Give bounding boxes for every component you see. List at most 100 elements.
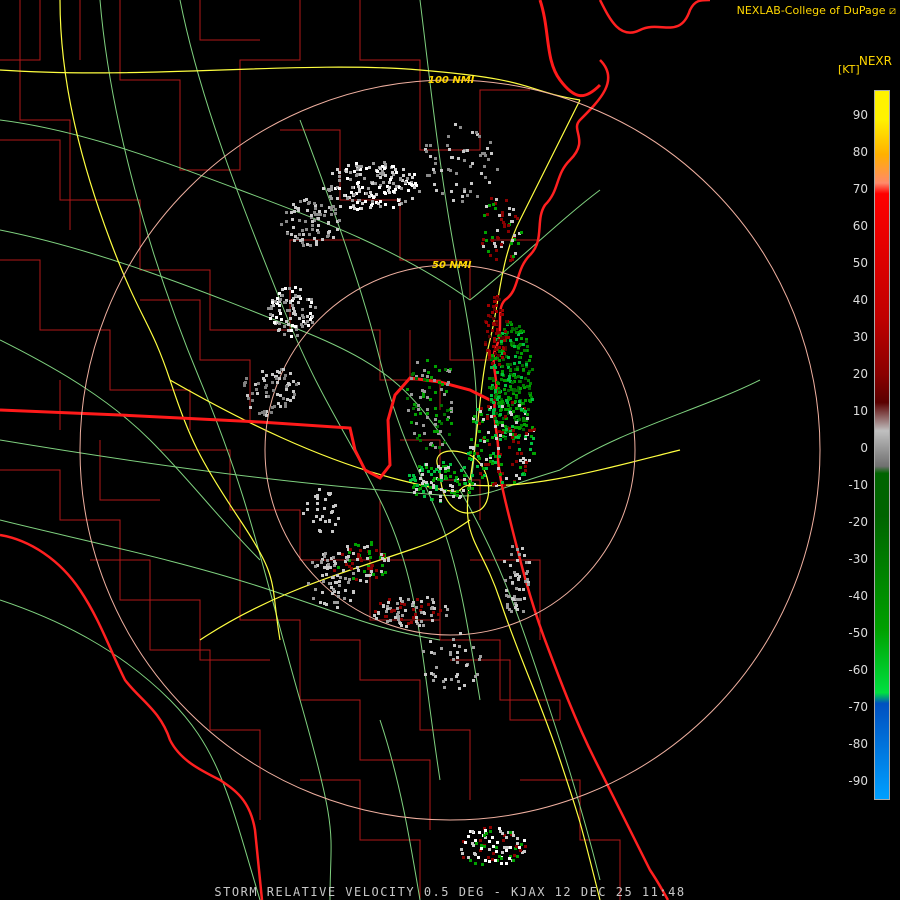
radar-pixel <box>391 609 394 612</box>
radar-pixel <box>518 356 521 359</box>
radar-pixel <box>350 191 353 194</box>
radar-pixel <box>507 389 510 392</box>
radar-pixel <box>434 365 437 368</box>
radar-pixel <box>462 150 465 153</box>
radar-pixel <box>332 236 335 239</box>
radar-pixel <box>438 381 441 384</box>
radar-pixel <box>344 589 347 592</box>
radar-pixel <box>309 318 312 321</box>
radar-pixel <box>423 612 426 615</box>
radar-pixel <box>498 331 501 334</box>
radar-pixel <box>479 839 482 842</box>
radar-pixel <box>430 473 433 476</box>
radar-pixel <box>472 679 475 682</box>
radar-pixel <box>493 296 496 299</box>
radar-pixel <box>511 436 514 439</box>
radar-pixel <box>355 578 358 581</box>
radar-pixel <box>521 547 524 550</box>
radar-pixel <box>326 559 329 562</box>
radar-pixel <box>482 418 485 421</box>
ring-label-50: 50 NMI <box>432 260 472 271</box>
radar-pixel <box>386 605 389 608</box>
radar-pixel <box>505 199 508 202</box>
radar-pixel <box>511 463 514 466</box>
radar-pixel <box>429 640 432 643</box>
radar-pixel <box>349 548 352 551</box>
radar-pixel <box>487 250 490 253</box>
radar-pixel <box>513 854 516 857</box>
radar-pixel <box>440 388 443 391</box>
radar-pixel <box>494 425 497 428</box>
radar-pixel <box>480 407 483 410</box>
radar-pixel <box>257 382 260 385</box>
radar-pixel <box>440 479 443 482</box>
radar-pixel <box>292 203 295 206</box>
radar-pixel <box>392 190 395 193</box>
radar-pixel <box>510 388 513 391</box>
radar-pixel <box>464 482 467 485</box>
radar-pixel <box>328 582 331 585</box>
radar-pixel <box>359 579 362 582</box>
radar-pixel <box>424 673 427 676</box>
radar-pixel <box>415 422 418 425</box>
radar-pixel <box>272 389 275 392</box>
radar-pixel <box>283 325 286 328</box>
radar-pixel <box>387 601 390 604</box>
radar-pixel <box>438 446 441 449</box>
radar-pixel <box>478 135 481 138</box>
radar-pixel <box>447 135 450 138</box>
radar-pixel <box>356 558 359 561</box>
radar-pixel <box>284 402 287 405</box>
radar-pixel <box>411 176 414 179</box>
radar-pixel <box>510 242 513 245</box>
radar-pixel <box>463 159 466 162</box>
radar-pixel <box>261 411 264 414</box>
radar-pixel <box>478 658 481 661</box>
radar-pixel <box>382 605 385 608</box>
radar-pixel <box>463 474 466 477</box>
radar-pixel <box>270 307 273 310</box>
radar-pixel <box>505 477 508 480</box>
radar-pixel <box>480 463 483 466</box>
radar-pixel <box>276 297 279 300</box>
radar-pixel <box>412 601 415 604</box>
radar-pixel <box>495 412 498 415</box>
radar-pixel <box>497 447 500 450</box>
radar-pixel <box>337 595 340 598</box>
radar-pixel <box>384 203 387 206</box>
radar-pixel <box>501 421 504 424</box>
radar-pixel <box>384 163 387 166</box>
radar-pixel <box>487 324 490 327</box>
radar-pixel <box>520 337 523 340</box>
radar-pixel <box>420 611 423 614</box>
radar-pixel <box>325 603 328 606</box>
radar-pixel <box>368 550 371 553</box>
radar-pixel <box>356 201 359 204</box>
radar-pixel <box>419 396 422 399</box>
radar-pixel <box>516 842 519 845</box>
radar-pixel <box>327 221 330 224</box>
radar-pixel <box>433 470 436 473</box>
radar-pixel <box>425 150 428 153</box>
scale-label: -90 <box>848 774 868 788</box>
radar-pixel <box>515 460 518 463</box>
radar-pixel <box>302 244 305 247</box>
radar-pixel <box>501 851 504 854</box>
radar-pixel <box>429 491 432 494</box>
radar-pixel <box>475 131 478 134</box>
radar-pixel <box>421 374 424 377</box>
radar-pixel <box>396 607 399 610</box>
radar-pixel <box>422 490 425 493</box>
radar-pixel <box>458 687 461 690</box>
radar-pixel <box>492 305 495 308</box>
radar-pixel <box>290 211 293 214</box>
radar-pixel <box>512 440 515 443</box>
radar-pixel <box>265 374 268 377</box>
radar-pixel <box>502 839 505 842</box>
radar-pixel <box>372 162 375 165</box>
radar-pixel <box>433 652 436 655</box>
radar-pixel <box>486 439 489 442</box>
radar-pixel <box>318 488 321 491</box>
radar-pixel <box>294 235 297 238</box>
radar-pixel <box>457 157 460 160</box>
